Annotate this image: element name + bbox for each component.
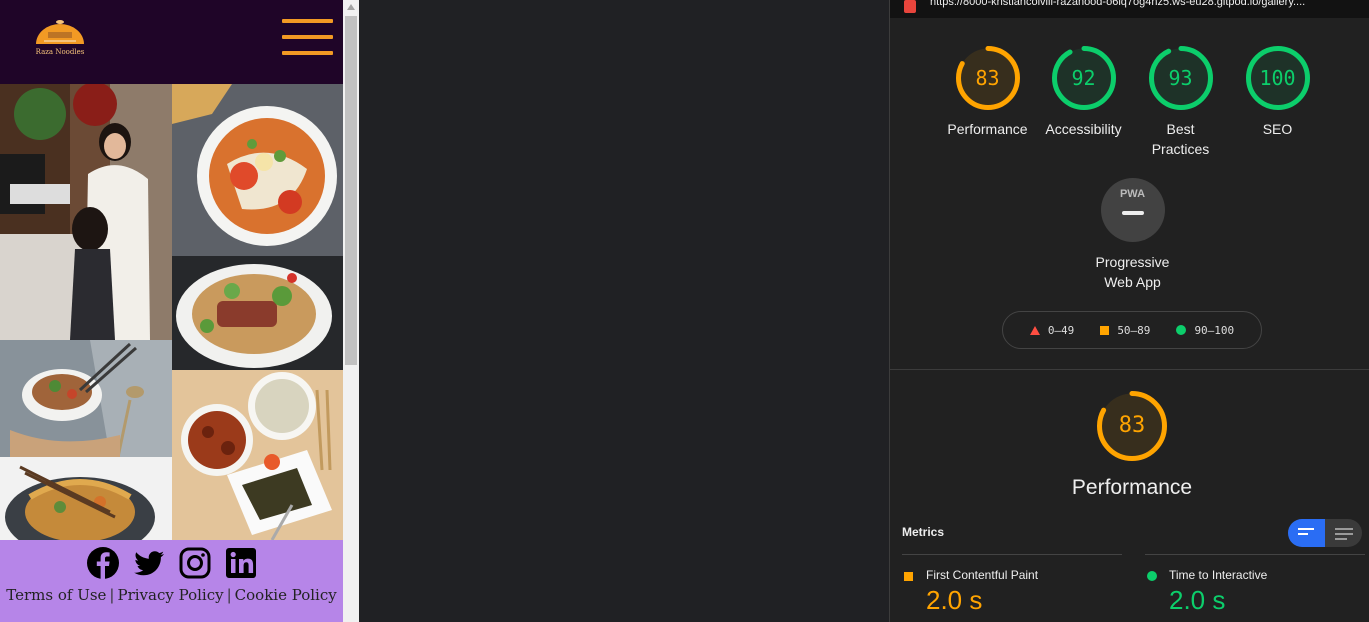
preview-scrollbar[interactable] [343,0,359,622]
metric-fcp-value: 2.0 s [926,585,983,615]
report-url-bar: https://8000-kristiancolvill-razanood-o6… [890,0,1369,18]
metric-fcp[interactable]: First Contentful Paint 2.0 s [902,554,1122,615]
gallery-photo-stir-fry[interactable] [0,457,172,540]
metrics-view-toggle[interactable] [1288,519,1362,547]
score-accessibility: 92 [1071,66,1096,90]
label-accessibility: Accessibility [1045,121,1122,137]
lighthouse-report: https://8000-kristiancolvill-razanood-o6… [889,0,1369,622]
average-square-icon [1100,325,1110,335]
logo-text: Raza Noodles [35,48,85,56]
menu-button[interactable] [282,19,334,57]
cookie-link[interactable]: Cookie Policy [235,586,337,604]
performance-title: Performance [1071,476,1193,499]
link-separator: | [109,586,115,604]
metric-tti-label: Time to Interactive [1169,568,1268,582]
report-url[interactable]: https://8000-kristiancolvill-razanood-o6… [930,0,1350,8]
screen: Raza Noodles Terms of Use | Privacy Poli… [0,0,1369,622]
metric-tti[interactable]: Time to Interactive 2.0 s [1145,554,1365,615]
pass-circle-icon [1176,325,1187,335]
metric-fcp-label: First Contentful Paint [926,568,1039,582]
instagram-icon[interactable] [178,546,212,580]
pass-circle-icon [1147,571,1157,581]
gallery-photo-plated-dishes[interactable] [172,370,343,540]
metrics-heading: Metrics [902,525,945,539]
privacy-link[interactable]: Privacy Policy [117,586,223,604]
terms-link[interactable]: Terms of Use [6,586,106,604]
legend-pass: 90–100 [1194,323,1235,337]
section-divider [890,369,1369,370]
fail-triangle-icon [1029,325,1040,335]
metric-tti-value: 2.0 s [1169,585,1226,615]
gallery-photo-beef-salad[interactable] [172,256,343,370]
pwa-dash-icon [1121,211,1144,215]
label-performance: Performance [947,121,1028,137]
performance-score-large: 83 [1118,413,1146,438]
score-legend: 0–49 50–89 90–100 [1002,311,1262,349]
link-separator: | [226,586,232,604]
site-header: Raza Noodles [0,0,343,84]
average-square-icon [904,572,913,581]
legend-average: 50–89 [1117,323,1151,337]
label-pwa: Progressive Web App [1095,254,1170,290]
score-seo: 100 [1259,66,1296,90]
pwa-badge-text: PWA [1119,188,1146,200]
performance-gauge-large: 83 [1096,390,1168,462]
gauge-best-practices[interactable]: 93 Best Practices [1138,45,1223,159]
linkedin-icon[interactable] [224,546,258,580]
compact-view-button[interactable] [1288,519,1325,547]
pwa-icon: PWA [1100,178,1165,242]
scroll-up-arrow-icon[interactable] [347,4,355,10]
gauge-performance[interactable]: 83 Performance [945,45,1030,139]
social-links [0,546,343,580]
score-best-practices: 93 [1168,66,1193,90]
gallery-photo-noodle-bowl[interactable] [0,340,172,457]
legend-fail: 0–49 [1047,323,1075,337]
gauge-pwa[interactable]: PWA Progressive Web App [1080,178,1185,292]
lighthouse-icon [904,0,916,13]
scroll-thumb[interactable] [345,16,357,365]
expanded-view-button[interactable] [1325,519,1362,547]
twitter-icon[interactable] [132,546,166,580]
score-performance: 83 [975,66,1000,90]
gallery-photo-soup[interactable] [172,84,343,256]
label-seo: SEO [1262,121,1293,137]
gauge-accessibility[interactable]: 92 Accessibility [1041,45,1126,139]
gallery [0,84,343,540]
facebook-icon[interactable] [86,546,120,580]
label-best-practices: Best Practices [1151,121,1210,157]
footer-links: Terms of Use | Privacy Policy | Cookie Polic… [0,586,343,604]
site-footer: Terms of Use | Privacy Policy | Cookie Polic… [0,540,343,622]
gauge-seo[interactable]: 100 SEO [1235,45,1320,139]
mobile-preview: Raza Noodles Terms of Use | Privacy Poli… [0,0,343,622]
gallery-photo-woman[interactable] [0,84,172,340]
